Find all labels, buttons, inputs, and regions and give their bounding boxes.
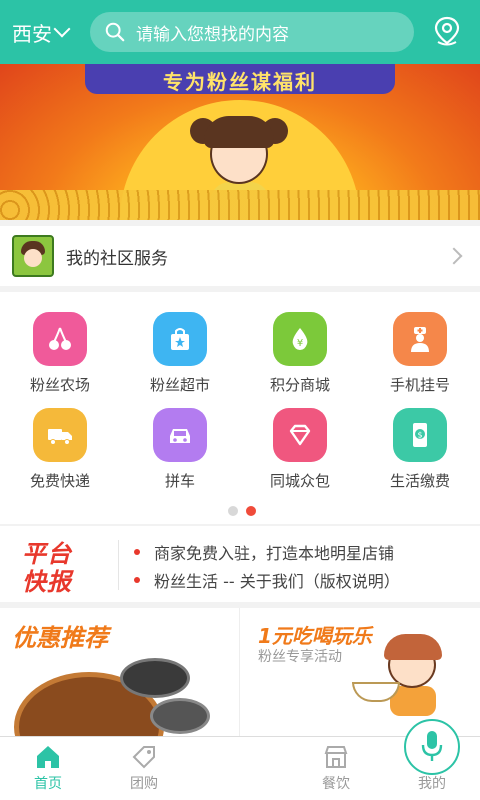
nav-group-buy[interactable]: 团购 <box>96 737 192 800</box>
home-icon <box>37 746 59 768</box>
city-selector[interactable]: 西安 <box>0 18 88 47</box>
food-bowl-image <box>120 658 190 698</box>
promo-section: 优惠推荐 1元吃喝玩乐 粉丝专享活动 <box>0 608 480 738</box>
svg-text:$: $ <box>417 431 422 440</box>
promo-one-yuan-card[interactable]: 1元吃喝玩乐 粉丝专享活动 <box>240 608 480 738</box>
nav-label: 首页 <box>34 776 62 792</box>
grid-item-label: 粉丝农场 <box>29 376 90 394</box>
grid-item-label: 积分商城 <box>269 376 330 394</box>
grid-item-carpool[interactable]: 拼车 <box>120 408 240 504</box>
tag-icon <box>132 746 155 769</box>
nav-voice[interactable] <box>192 719 460 800</box>
chevron-right-icon <box>445 247 463 265</box>
nav-dining[interactable]: 餐饮 <box>288 737 384 800</box>
promo-recommend-card[interactable]: 优惠推荐 <box>0 608 238 738</box>
diamond-icon <box>273 408 327 462</box>
grid-item-free-delivery[interactable]: 免费快递 <box>0 408 120 504</box>
news-item[interactable]: 粉丝生活 -- 关于我们（版权说明） <box>134 568 400 592</box>
delivery-icon <box>33 408 87 462</box>
nav-label: 餐饮 <box>322 776 350 792</box>
car-icon <box>153 408 207 462</box>
top-bar: 西安 请输入您想找的内容 <box>0 0 480 64</box>
grid-item-label: 拼车 <box>164 472 195 490</box>
avatar <box>12 235 54 277</box>
nav-label: 团购 <box>130 776 158 792</box>
location-pin-icon[interactable] <box>432 16 462 48</box>
svg-text:¥: ¥ <box>297 338 303 349</box>
promo-right-subtitle: 粉丝专享活动 <box>258 649 342 665</box>
grid-item-label: 粉丝超市 <box>149 376 210 394</box>
nav-home[interactable]: 首页 <box>0 737 96 800</box>
promo-left-title: 优惠推荐 <box>12 624 108 652</box>
city-name: 西安 <box>12 21 52 46</box>
chevron-down-icon <box>53 20 71 38</box>
bullet-dot <box>134 549 140 555</box>
grid-item-label: 免费快递 <box>29 472 90 490</box>
gold-coins <box>0 190 480 220</box>
promo-banner[interactable]: 专为粉丝谋福利 <box>0 64 480 220</box>
microphone-icon <box>421 731 443 761</box>
page-indicator <box>228 506 256 516</box>
search-placeholder: 请输入您想找的内容 <box>136 24 289 45</box>
news-item-text: 商家免费入驻，打造本地明星店铺 <box>154 544 395 563</box>
community-service-row[interactable]: 我的社区服务 <box>0 226 480 286</box>
grid-item-phone-registration[interactable]: 手机挂号 <box>360 312 480 408</box>
nav-label: 我的 <box>418 776 446 792</box>
grid-item-fan-supermarket[interactable]: 粉丝超市 <box>120 312 240 408</box>
grid-item-fan-farm[interactable]: 粉丝农场 <box>0 312 120 408</box>
shopping-bag-icon <box>153 312 207 366</box>
banner-title: 专为粉丝谋福利 <box>163 70 317 94</box>
community-label: 我的社区服务 <box>66 248 168 269</box>
doctor-icon <box>393 312 447 366</box>
page-dot-active[interactable] <box>246 506 256 516</box>
service-grid: 粉丝农场 粉丝超市 ¥ 积分商城 手机挂号 免费快递 拼车 同城众包 $ 生活缴… <box>0 292 480 524</box>
store-icon <box>324 746 348 768</box>
platform-news: 平台 快报 商家免费入驻，打造本地明星店铺 粉丝生活 -- 关于我们（版权说明） <box>0 526 480 602</box>
grid-item-city-crowdsource[interactable]: 同城众包 <box>240 408 360 504</box>
bottom-nav: 首页 团购 餐饮 我的 <box>0 719 480 800</box>
grid-item-points-mall[interactable]: ¥ 积分商城 <box>240 312 360 408</box>
cherry-icon <box>33 312 87 366</box>
food-bowl-image <box>150 698 210 734</box>
grid-item-label: 手机挂号 <box>389 376 450 394</box>
grid-item-label: 同城众包 <box>269 472 330 490</box>
app-page: 西安 请输入您想找的内容 专为粉丝谋福利 我的社区服务 粉丝农场 粉丝超市 ¥ … <box>0 0 480 800</box>
news-item-text: 粉丝生活 -- 关于我们（版权说明） <box>154 572 400 591</box>
bullet-dot <box>134 577 140 583</box>
girl-hair <box>204 116 274 148</box>
news-logo-line2: 快报 <box>22 568 72 596</box>
page-dot[interactable] <box>228 506 238 516</box>
promo-right-title: 1元吃喝玩乐 <box>258 624 372 648</box>
news-item[interactable]: 商家免费入驻，打造本地明星店铺 <box>134 540 394 564</box>
cartoon-hair <box>384 634 442 660</box>
search-icon <box>105 22 125 42</box>
grid-item-utility-payment[interactable]: $ 生活缴费 <box>360 408 480 504</box>
grid-item-label: 生活缴费 <box>389 472 450 490</box>
money-drop-icon: ¥ <box>273 312 327 366</box>
divider <box>118 540 119 590</box>
payment-icon: $ <box>393 408 447 462</box>
search-bar[interactable]: 请输入您想找的内容 <box>90 12 414 52</box>
microphone-button[interactable] <box>404 719 460 775</box>
